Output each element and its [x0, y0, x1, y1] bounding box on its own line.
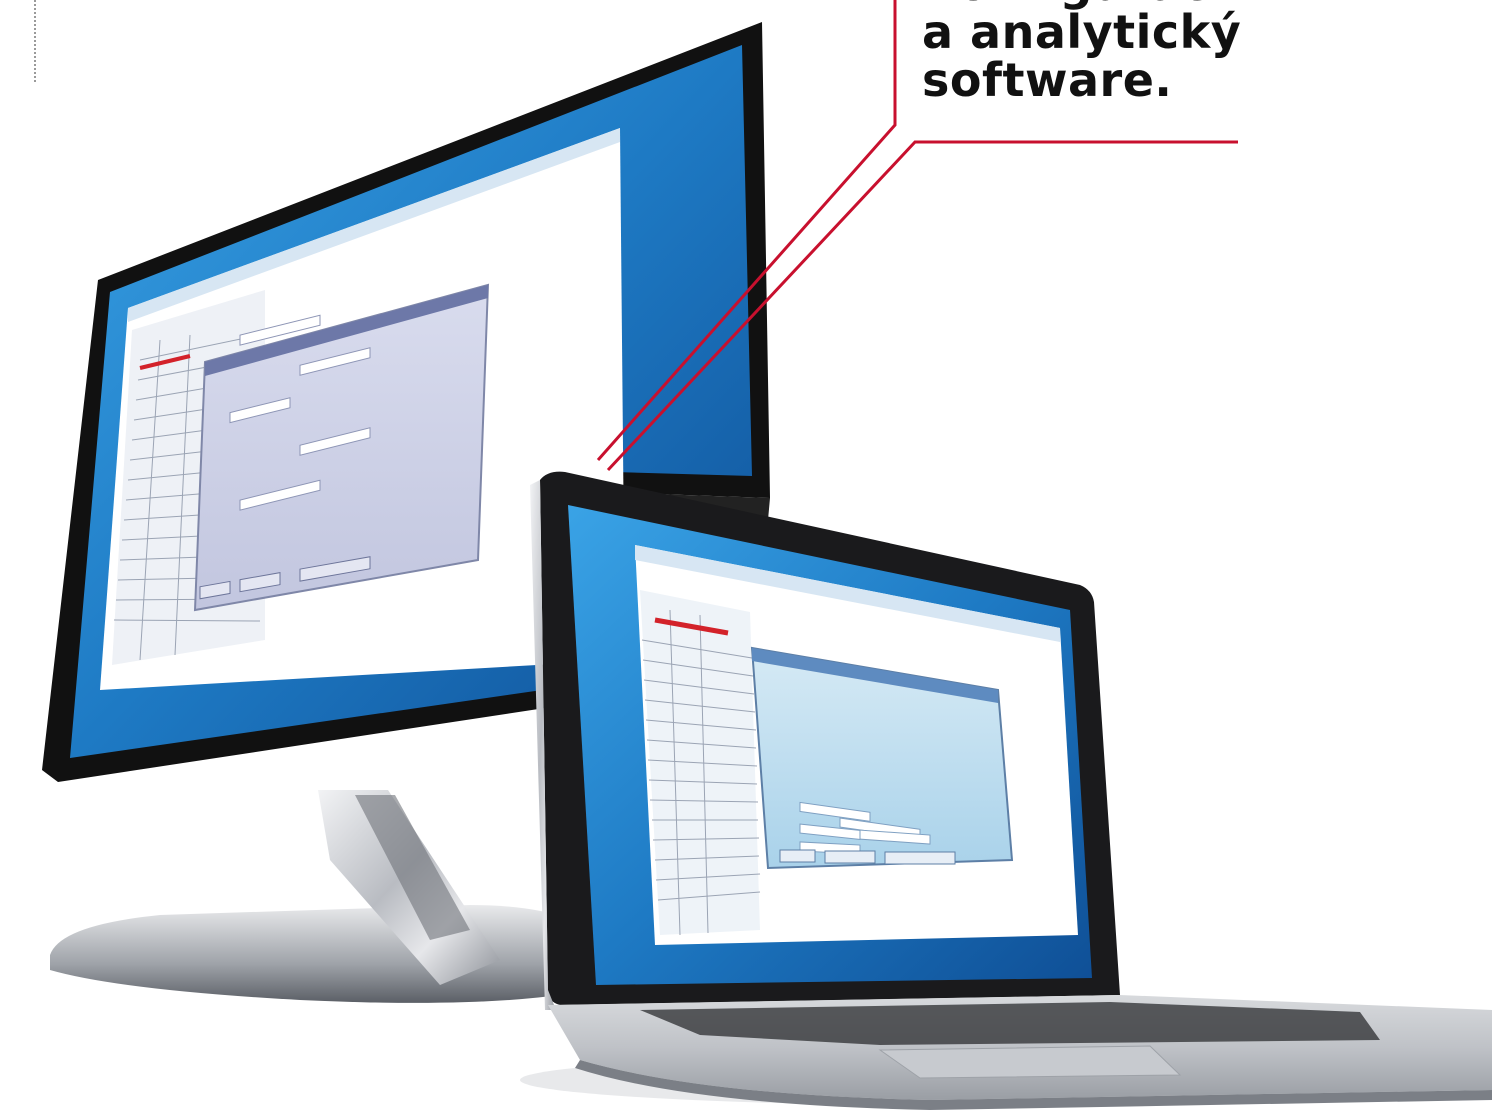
- product-scene: Konfigurační a analytický software.: [0, 0, 1492, 1118]
- monitor-base: [50, 905, 610, 1003]
- laptop-touchpad: [878, 1045, 1182, 1079]
- devices-illustration: [42, 0, 1492, 1110]
